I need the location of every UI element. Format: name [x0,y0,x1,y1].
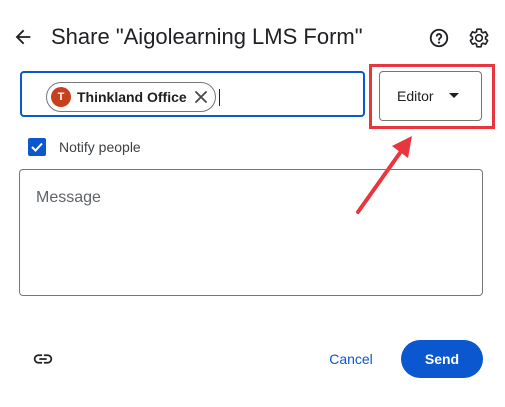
close-icon [194,91,207,103]
message-textarea[interactable]: Message [19,169,483,296]
help-button[interactable] [425,24,453,52]
notify-people-label: Notify people [59,139,141,155]
link-icon [33,354,53,364]
arrow-back-icon [15,29,31,45]
gear-icon [469,28,489,48]
recipient-chip[interactable]: T Thinkland Office [46,82,216,112]
caret-down-icon [449,93,459,98]
text-caret [219,89,220,106]
dialog-title: Share "Aigolearning LMS Form" [51,24,363,49]
recipient-chip-label: Thinkland Office [77,89,187,105]
cancel-button[interactable]: Cancel [318,340,384,378]
help-icon [429,28,449,48]
recipients-input[interactable]: T Thinkland Office [20,71,365,117]
role-dropdown[interactable]: Editor [379,71,482,121]
back-button[interactable] [8,22,38,52]
avatar: T [51,87,71,107]
settings-button[interactable] [465,24,493,52]
send-button[interactable]: Send [401,340,483,378]
remove-recipient-button[interactable] [193,89,209,105]
copy-link-button[interactable] [30,346,56,372]
message-placeholder: Message [36,189,101,206]
check-icon [31,142,43,152]
notify-people-checkbox[interactable] [28,138,46,156]
role-dropdown-label: Editor [397,88,434,104]
share-dialog: Share "Aigolearning LMS Form" T Thinklan… [0,0,505,407]
